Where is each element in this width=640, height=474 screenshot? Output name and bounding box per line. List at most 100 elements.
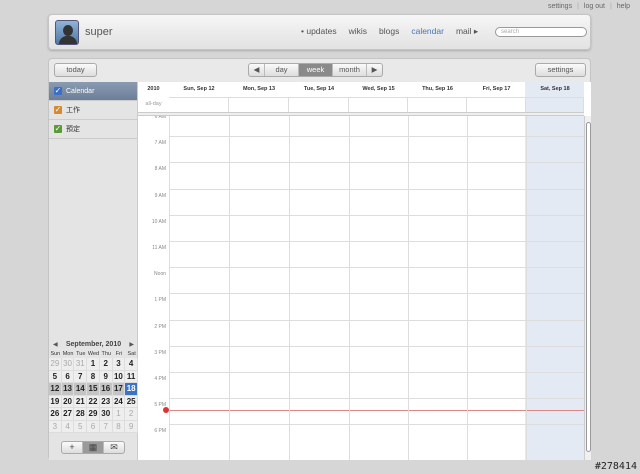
- hour-label: 9 AM: [154, 192, 166, 199]
- allday-cell[interactable]: [408, 97, 467, 112]
- mini-day[interactable]: 5: [49, 370, 62, 383]
- mini-day[interactable]: 24: [112, 395, 126, 408]
- nav-item-2[interactable]: blogs: [379, 26, 399, 37]
- search-input[interactable]: search: [495, 27, 587, 37]
- checkbox-icon[interactable]: ✓: [54, 87, 62, 95]
- sidebar-item-calendar[interactable]: ✓ Calendar: [49, 82, 137, 101]
- allday-cell[interactable]: [467, 97, 526, 112]
- today-button[interactable]: today: [54, 63, 97, 77]
- mini-day[interactable]: 12: [49, 383, 62, 396]
- hour-label: 11 AM: [152, 245, 166, 251]
- mini-day[interactable]: 8: [87, 370, 100, 383]
- mini-day[interactable]: 1: [87, 358, 100, 371]
- mini-day[interactable]: 29: [49, 358, 62, 371]
- mini-day[interactable]: 8: [112, 420, 126, 433]
- nav-item-0[interactable]: • updates: [301, 26, 337, 37]
- mini-day[interactable]: 2: [99, 358, 113, 371]
- mini-day[interactable]: 15: [87, 383, 100, 396]
- mini-day[interactable]: 2: [125, 408, 138, 421]
- mini-prev-button[interactable]: ◀: [53, 341, 58, 348]
- tab-day[interactable]: day: [265, 64, 299, 76]
- nav-item-1[interactable]: wikis: [349, 26, 367, 37]
- mini-day[interactable]: 30: [61, 358, 75, 371]
- calendar-view-button[interactable]: ▦: [83, 442, 104, 453]
- mini-day[interactable]: 3: [49, 420, 62, 433]
- hour-label: 1 PM: [154, 297, 166, 304]
- day-header[interactable]: Sun, Sep 12: [169, 82, 229, 97]
- weekday-label: Wed: [87, 351, 100, 357]
- day-header[interactable]: Mon, Sep 13: [229, 82, 289, 97]
- allday-cell[interactable]: [526, 97, 584, 112]
- mini-day[interactable]: 9: [99, 370, 113, 383]
- mini-day[interactable]: 21: [74, 395, 88, 408]
- logout-link[interactable]: log out: [584, 3, 605, 10]
- sidebar-item-calendar[interactable]: ✓ 工作: [49, 101, 137, 120]
- tab-month[interactable]: month: [333, 64, 367, 76]
- mini-day[interactable]: 29: [87, 408, 100, 421]
- mini-day[interactable]: 25: [125, 395, 138, 408]
- day-header[interactable]: Wed, Sep 15: [349, 82, 408, 97]
- checkbox-icon[interactable]: ✓: [54, 106, 62, 114]
- hour-label: 6 PM: [154, 428, 166, 435]
- calendar-label: Calendar: [66, 87, 95, 95]
- mini-day[interactable]: 16: [99, 383, 113, 396]
- scrollbar[interactable]: [584, 116, 591, 460]
- mini-day[interactable]: 13: [61, 383, 75, 396]
- add-button[interactable]: +: [62, 442, 83, 453]
- mini-day[interactable]: 30: [99, 408, 113, 421]
- mini-day[interactable]: 6: [61, 370, 75, 383]
- nav-item-3[interactable]: calendar: [411, 26, 444, 37]
- mini-day[interactable]: 3: [112, 358, 126, 371]
- calendar-label: 工作: [66, 107, 80, 114]
- tab-week[interactable]: week: [299, 64, 333, 76]
- day-header[interactable]: Fri, Sep 17: [467, 82, 526, 97]
- mini-day[interactable]: 10: [112, 370, 126, 383]
- sidebar-actions: + ▦ ✉: [61, 441, 125, 454]
- mini-day[interactable]: 7: [74, 370, 88, 383]
- help-link[interactable]: help: [617, 3, 630, 10]
- mini-day[interactable]: 5: [74, 420, 88, 433]
- mini-day[interactable]: 7: [99, 420, 113, 433]
- hour-label: 2 PM: [154, 323, 166, 330]
- sidebar-item-calendar[interactable]: ✓ 預定: [49, 120, 137, 139]
- mini-day[interactable]: 14: [74, 383, 88, 396]
- checkbox-icon[interactable]: ✓: [54, 125, 62, 133]
- avatar[interactable]: [55, 20, 79, 45]
- mini-day[interactable]: 31: [74, 358, 88, 371]
- day-header[interactable]: Thu, Sep 16: [408, 82, 467, 97]
- mini-day[interactable]: 6: [87, 420, 100, 433]
- day-header[interactable]: Tue, Sep 14: [289, 82, 349, 97]
- mini-day[interactable]: 27: [61, 408, 75, 421]
- hour-label: 4 PM: [154, 376, 166, 382]
- mini-day[interactable]: 4: [61, 420, 75, 433]
- mini-day[interactable]: 23: [99, 395, 113, 408]
- time-grid[interactable]: 6 AM 7 AM 8 AM 9 AM 10 AM 11 AM Noon 1 PM 2 PM 3 …: [138, 116, 584, 460]
- weekday-label: Tue: [76, 351, 86, 357]
- allday-cell[interactable]: [169, 97, 229, 112]
- mini-next-button[interactable]: ▶: [129, 341, 134, 348]
- calendar-panel: today ◀ day week month ▶ settings ✓ Calen…: [48, 58, 591, 460]
- mini-day[interactable]: 20: [61, 395, 75, 408]
- settings-link[interactable]: settings: [548, 3, 572, 10]
- mini-day[interactable]: 28: [74, 408, 88, 421]
- settings-button[interactable]: settings: [535, 63, 586, 77]
- prev-button[interactable]: ◀: [249, 64, 265, 76]
- mini-day[interactable]: 11: [125, 370, 138, 383]
- mini-day[interactable]: 9: [125, 420, 138, 433]
- mini-day[interactable]: 1: [112, 408, 126, 421]
- nav-item-4[interactable]: mail ▸: [456, 26, 478, 37]
- allday-cell[interactable]: [289, 97, 349, 112]
- mini-day[interactable]: 18: [125, 383, 138, 396]
- allday-cell[interactable]: [229, 97, 289, 112]
- mail-button[interactable]: ✉: [104, 442, 124, 453]
- mini-day[interactable]: 4: [125, 358, 138, 371]
- mini-day[interactable]: 19: [49, 395, 62, 408]
- mini-day[interactable]: 17: [112, 383, 126, 396]
- weekday-label: Sun: [50, 351, 61, 357]
- username[interactable]: super: [85, 26, 113, 38]
- mini-day[interactable]: 26: [49, 408, 62, 421]
- next-button[interactable]: ▶: [367, 64, 382, 76]
- allday-cell[interactable]: [349, 97, 408, 112]
- day-header[interactable]: Sat, Sep 18: [526, 82, 584, 97]
- mini-day[interactable]: 22: [87, 395, 100, 408]
